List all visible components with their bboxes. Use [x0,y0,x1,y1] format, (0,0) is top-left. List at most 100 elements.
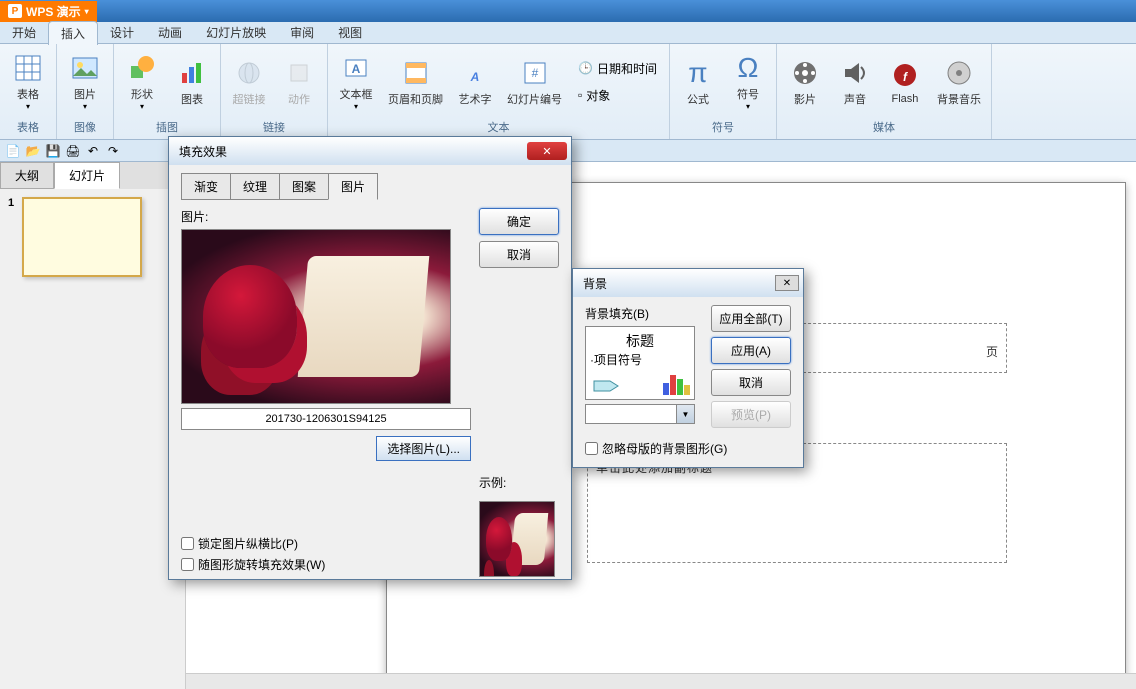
movie-icon [789,57,821,89]
rotate-fill-row[interactable]: 随图形旋转填充效果(W) [181,556,471,573]
menu-review[interactable]: 审阅 [278,21,326,44]
app-menu-arrow-icon[interactable]: ▾ [85,7,89,16]
datetime-icon: 🕒 [578,61,593,75]
shapes-button[interactable]: 形状 ▾ [118,48,166,115]
close-button[interactable]: ✕ [775,275,799,291]
sound-button[interactable]: 声音 [831,53,879,111]
app-logo[interactable]: P WPS 演示 ▾ [0,1,97,22]
movie-button[interactable]: 影片 [781,53,829,111]
bg-fill-label: 背景填充(B) [585,305,703,322]
menu-insert[interactable]: 插入 [48,21,98,45]
select-image-button[interactable]: 选择图片(L)... [376,436,471,461]
datetime-button[interactable]: 🕒日期和时间 [574,58,661,79]
wordart-icon: A [459,57,491,89]
print-button[interactable]: 🖨 [64,142,82,160]
ribbon-group-table: 表格 ▾ 表格 [0,44,57,139]
ignore-master-checkbox[interactable] [585,442,598,455]
svg-text:A: A [470,70,480,84]
slide-thumbnail[interactable] [22,197,142,277]
chevron-down-icon: ▾ [140,102,144,111]
textbox-icon: A [340,52,372,84]
action-button[interactable]: 动作 [275,53,323,111]
image-name: 201730-1206301S94125 [181,408,471,430]
apply-all-button[interactable]: 应用全部(T) [711,305,791,332]
save-button[interactable]: 💾 [44,142,62,160]
hyperlink-button[interactable]: 超链接 [225,53,273,111]
menu-slideshow[interactable]: 幻灯片放映 [194,21,278,44]
ribbon-group-image: 图片 ▾ 图像 [57,44,114,139]
undo-button[interactable]: ↶ [84,142,102,160]
shapes-icon [126,52,158,84]
bg-fill-combo[interactable]: ▼ [585,404,695,424]
cancel-button[interactable]: 取消 [479,241,559,268]
fill-effects-dialog: 填充效果 ✕ 渐变 纹理 图案 图片 图片: 201730-1206301S94… [168,136,572,580]
sample-label: 示例: [479,474,559,491]
tab-outline[interactable]: 大纲 [0,162,54,189]
bgmusic-button[interactable]: 背景音乐 [931,53,987,111]
rotate-fill-checkbox[interactable] [181,558,194,571]
open-button[interactable]: 📂 [24,142,42,160]
menu-animation[interactable]: 动画 [146,21,194,44]
fill-dialog-titlebar[interactable]: 填充效果 ✕ [169,137,571,165]
slidenum-icon: # [519,57,551,89]
flash-button[interactable]: f Flash [881,55,929,109]
ribbon-group-symbol: π 公式 Ω 符号 ▾ 符号 [670,44,777,139]
header-footer-button[interactable]: 页眉和页脚 [382,53,449,111]
menu-view[interactable]: 视图 [326,21,374,44]
object-icon: ▫ [578,88,582,102]
tab-texture[interactable]: 纹理 [230,173,280,200]
arrow-shape-icon [592,377,620,395]
fill-dialog-title: 填充效果 [179,143,227,160]
slide-thumb-1[interactable]: 1 [8,197,177,277]
chart-button[interactable]: 图表 [168,53,216,111]
bg-dialog-titlebar[interactable]: 背景 ✕ [573,269,803,297]
close-button[interactable]: ✕ [527,142,567,160]
slidenum-button[interactable]: # 幻灯片编号 [501,53,568,111]
link-icon [233,57,265,89]
flash-icon: f [889,59,921,91]
tab-slides[interactable]: 幻灯片 [54,162,120,189]
bg-preview: 标题 ·项目符号 [585,326,695,400]
redo-button[interactable]: ↷ [104,142,122,160]
new-doc-button[interactable]: 📄 [4,142,22,160]
chevron-down-icon[interactable]: ▼ [676,405,694,423]
image-preview [181,229,451,404]
tab-picture[interactable]: 图片 [328,173,378,200]
lock-aspect-checkbox[interactable] [181,537,194,550]
bg-dialog-title: 背景 [583,275,607,292]
object-button[interactable]: ▫对象 [574,85,661,106]
chart-icon [176,57,208,89]
equation-icon: π [682,57,714,89]
wordart-button[interactable]: A 艺术字 [451,53,499,111]
equation-button[interactable]: π 公式 [674,53,722,111]
lock-aspect-row[interactable]: 锁定图片纵横比(P) [181,535,471,552]
cancel-button[interactable]: 取消 [711,369,791,396]
ok-button[interactable]: 确定 [479,208,559,235]
chevron-down-icon: ▾ [83,102,87,111]
chevron-down-icon: ▾ [354,102,358,111]
menu-design[interactable]: 设计 [98,21,146,44]
image-button[interactable]: 图片 ▾ [61,48,109,115]
ribbon: 表格 ▾ 表格 图片 ▾ 图像 形状 ▾ 图表 插 [0,44,1136,140]
mini-chart-icon [663,371,690,395]
bgmusic-icon [943,57,975,89]
preview-title: 标题 [590,331,690,351]
sample-preview [479,501,555,577]
preview-bullet: ·项目符号 [590,351,690,368]
textbox-button[interactable]: A 文本框 ▾ [332,48,380,115]
chevron-down-icon: ▾ [746,102,750,111]
table-icon [12,52,44,84]
symbol-icon: Ω [732,52,764,84]
apply-button[interactable]: 应用(A) [711,337,791,364]
header-icon [400,57,432,89]
horizontal-scrollbar[interactable] [186,673,1136,689]
tab-gradient[interactable]: 渐变 [181,173,231,200]
table-button[interactable]: 表格 ▾ [4,48,52,115]
ignore-master-row[interactable]: 忽略母版的背景图形(G) [573,440,803,465]
ribbon-group-illustration: 形状 ▾ 图表 插图 [114,44,221,139]
tab-pattern[interactable]: 图案 [279,173,329,200]
symbol-button[interactable]: Ω 符号 ▾ [724,48,772,115]
ribbon-group-link: 超链接 动作 链接 [221,44,328,139]
menu-start[interactable]: 开始 [0,21,48,44]
preview-button[interactable]: 预览(P) [711,401,791,428]
